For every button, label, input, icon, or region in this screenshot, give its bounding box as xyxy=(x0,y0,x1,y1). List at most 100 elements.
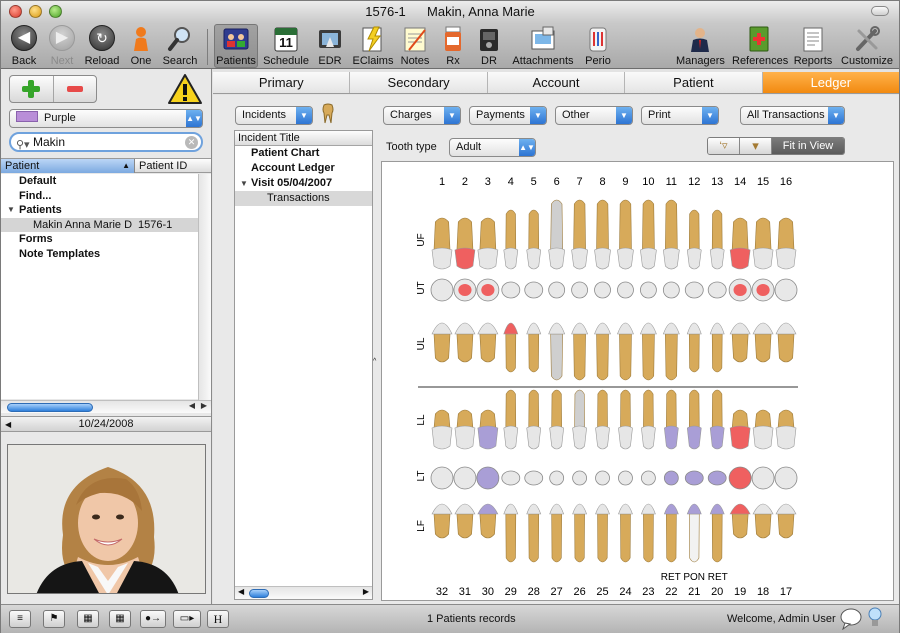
customize-label: Customize xyxy=(841,55,893,67)
patients-button[interactable]: Patients xyxy=(214,24,258,68)
incidents-popup[interactable]: Incidents ▼ xyxy=(235,106,313,125)
incident-item[interactable]: Transactions xyxy=(235,191,372,206)
attachments-button[interactable]: Attachments xyxy=(510,25,576,67)
dr-button[interactable]: DR xyxy=(474,25,504,67)
tooth-icon[interactable] xyxy=(321,103,335,125)
one-button[interactable]: One xyxy=(126,25,156,67)
incident-item[interactable]: Account Ledger xyxy=(235,161,372,176)
scroll-left-arrow-icon[interactable]: ◀ xyxy=(238,587,244,596)
incident-item[interactable]: Patient Chart xyxy=(235,146,372,161)
tree-item[interactable]: Forms xyxy=(1,232,198,247)
zoom-out-button[interactable]: ‘▿ xyxy=(708,138,740,154)
eclaims-button[interactable]: EClaims xyxy=(351,25,395,67)
tooth-crown xyxy=(503,247,519,270)
popup-arrow-icon: ▼ xyxy=(296,107,312,124)
managers-button[interactable]: Managers xyxy=(676,25,725,67)
tooth-crown xyxy=(503,322,519,335)
scroll-thumb[interactable] xyxy=(249,589,269,598)
clear-search-icon[interactable]: ✕ xyxy=(185,136,198,149)
tooth-root xyxy=(596,333,609,381)
tree-item[interactable]: Default xyxy=(1,174,198,189)
charges-popup[interactable]: Charges ▼ xyxy=(383,106,461,125)
tooth-number: 24 xyxy=(619,586,631,598)
tab-account[interactable]: Account xyxy=(488,72,626,93)
incident-title-header[interactable]: Incident Title xyxy=(235,131,372,146)
tooth-crown xyxy=(686,322,702,335)
tooth-root xyxy=(456,513,474,539)
card-view-button[interactable]: ▦ xyxy=(77,610,99,628)
remove-button[interactable] xyxy=(54,76,97,102)
calculator-button[interactable]: ▦ xyxy=(109,610,131,628)
lightbulb-icon[interactable] xyxy=(867,606,883,630)
perio-button[interactable]: Perio xyxy=(582,25,614,67)
tab-patient[interactable]: Patient xyxy=(625,72,763,93)
tree-item[interactable]: ▼ Patients xyxy=(1,203,198,218)
search-button[interactable]: Search xyxy=(161,25,199,67)
tooth-occlusal xyxy=(524,470,544,486)
customize-button[interactable]: Customize xyxy=(838,25,896,67)
tab-secondary[interactable]: Secondary xyxy=(350,72,488,93)
chat-bubble-icon[interactable] xyxy=(839,608,863,631)
patient-tree-vertical-scrollbar[interactable] xyxy=(198,174,211,400)
incident-item[interactable]: ▼ Visit 05/04/2007 xyxy=(235,176,372,191)
incident-list-scrollbar[interactable]: ◀ ▶ xyxy=(235,586,372,599)
patient-search-input[interactable]: ⚲▾ Makin ✕ xyxy=(9,132,203,152)
tooth-crown xyxy=(686,503,702,515)
toolbar-toggle-button[interactable] xyxy=(871,6,889,16)
row-label: UT xyxy=(416,281,427,294)
minimize-window-button[interactable] xyxy=(29,5,42,18)
column-header-patient-id[interactable]: Patient ID xyxy=(137,159,187,173)
column-header-patient-id-label: Patient ID xyxy=(139,160,188,172)
notes-button[interactable]: Notes xyxy=(399,25,431,67)
close-window-button[interactable] xyxy=(9,5,22,18)
split-view-divider[interactable]: ^ xyxy=(373,130,381,600)
window-title-name: Makin, Anna Marie xyxy=(427,4,535,19)
folder-button[interactable]: ▭▸ xyxy=(173,610,201,628)
record-icon: ≡ xyxy=(17,613,23,624)
reload-button[interactable]: ↻ Reload xyxy=(84,25,120,67)
add-button[interactable] xyxy=(10,76,54,102)
popup-arrow-icon: ▼ xyxy=(616,107,632,124)
tooth-crown xyxy=(594,247,611,270)
references-button[interactable]: References xyxy=(732,25,788,67)
reports-button[interactable]: Reports xyxy=(792,25,834,67)
disclosure-triangle-icon[interactable]: ▼ xyxy=(7,203,15,218)
scroll-thumb[interactable] xyxy=(7,403,93,412)
family-button[interactable]: ●→ xyxy=(140,610,166,628)
collapse-arrow-icon[interactable]: ^ xyxy=(373,358,376,365)
edr-button[interactable]: EDR xyxy=(315,25,345,67)
print-label: Print xyxy=(648,109,671,121)
warning-icon[interactable] xyxy=(167,73,203,105)
color-filter-popup[interactable]: Purple ▲▼ xyxy=(9,109,203,128)
patient-tree-horizontal-scrollbar[interactable]: ◀ ▶ xyxy=(1,400,211,413)
schedule-button[interactable]: 11 Schedule xyxy=(263,25,309,67)
scroll-right-arrow-icon[interactable]: ▶ xyxy=(201,401,207,410)
history-button[interactable]: H xyxy=(207,610,229,628)
tree-item[interactable]: Makin Anna Marie D 1576-1 xyxy=(1,217,198,232)
scroll-right-arrow-icon[interactable]: ▶ xyxy=(363,587,369,596)
next-button[interactable]: ▶ Next xyxy=(46,25,78,67)
record-view-button[interactable]: ≡ xyxy=(9,610,31,628)
print-popup[interactable]: Print ▼ xyxy=(641,106,719,125)
tooth-crown xyxy=(431,503,453,515)
disclosure-triangle-icon[interactable]: ▼ xyxy=(240,176,248,191)
all-transactions-popup[interactable]: All Transactions ▼ xyxy=(740,106,845,125)
previous-photo-arrow-icon[interactable]: ◀ xyxy=(5,417,11,432)
fit-in-view-button[interactable]: Fit in View xyxy=(772,138,844,154)
other-popup[interactable]: Other ▼ xyxy=(555,106,633,125)
tree-item[interactable]: Find... xyxy=(1,189,198,204)
payments-popup[interactable]: Payments ▼ xyxy=(469,106,547,125)
tooth-number: 22 xyxy=(665,586,677,598)
rx-button[interactable]: Rx xyxy=(438,25,468,67)
flags-button[interactable]: ⚑ xyxy=(43,610,65,628)
zoom-window-button[interactable] xyxy=(49,5,62,18)
zoom-in-button[interactable]: ▾ xyxy=(740,138,772,154)
column-header-patient[interactable]: Patient ▲ xyxy=(1,159,135,173)
tooth-number: 21 xyxy=(688,586,700,598)
back-button[interactable]: ◀ Back xyxy=(8,25,40,67)
tree-item[interactable]: Note Templates xyxy=(1,247,198,262)
tab-ledger[interactable]: Ledger xyxy=(762,72,900,93)
tab-primary[interactable]: Primary xyxy=(213,72,351,93)
tooth-type-popup[interactable]: Adult ▲▼ xyxy=(449,138,536,157)
scroll-left-arrow-icon[interactable]: ◀ xyxy=(189,401,195,410)
